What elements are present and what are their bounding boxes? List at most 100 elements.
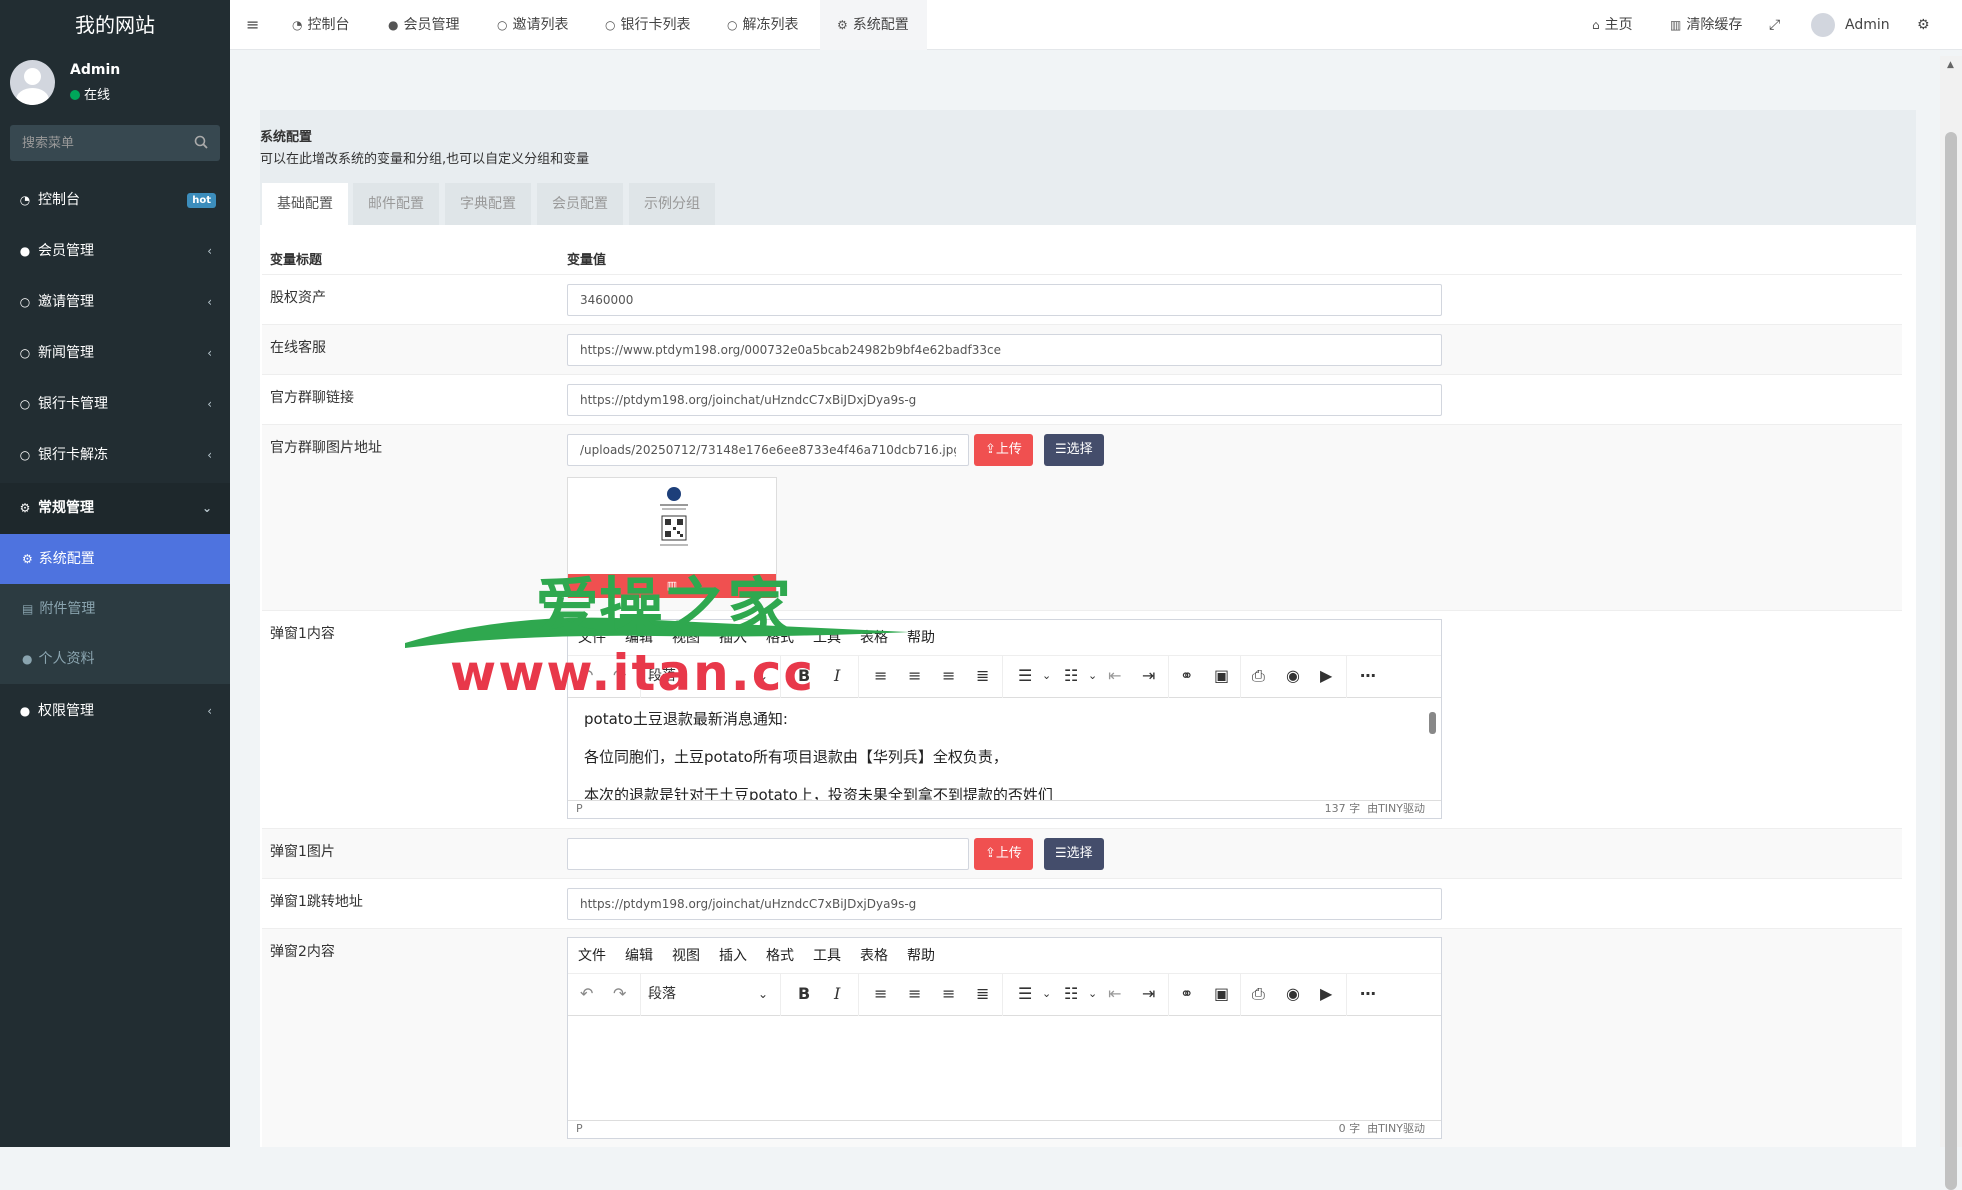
popup1-editor-content[interactable]: potato土豆退款最新消息通知: 各位同胞们，土豆potato所有项目退款由【… (568, 698, 1441, 800)
align-center-icon[interactable]: ≡ (908, 983, 921, 1005)
sidebar-item-bank-cards[interactable]: ○ 银行卡管理 ‹ (0, 379, 230, 430)
undo-icon[interactable]: ↶ (580, 983, 593, 1005)
sidebar-item-system-config[interactable]: ⚙ 系统配置 (0, 534, 230, 584)
chevron-down-icon[interactable]: ⌄ (1088, 983, 1097, 1005)
outdent-icon[interactable]: ⇤ (1108, 665, 1121, 687)
sidebar-toggle-button[interactable]: ≡ (246, 0, 259, 50)
image-icon[interactable]: ▣ (1214, 983, 1229, 1005)
group-link-input[interactable] (567, 384, 1442, 416)
menu-tools[interactable]: 工具 (813, 948, 841, 964)
print-icon[interactable]: ⎙ (1252, 665, 1265, 687)
outdent-icon[interactable]: ⇤ (1108, 983, 1121, 1005)
sidebar-item-card-unfreeze[interactable]: ○ 银行卡解冻 ‹ (0, 430, 230, 481)
editor-scrollbar[interactable] (1427, 698, 1437, 798)
upload-button[interactable]: ⇪上传 (974, 434, 1033, 466)
settings-button[interactable]: ⚙ (1917, 0, 1930, 50)
numbered-list-icon[interactable]: ☷ (1064, 665, 1078, 687)
media-icon[interactable]: ▶ (1320, 665, 1332, 687)
customer-service-input[interactable] (567, 334, 1442, 366)
align-right-icon[interactable]: ≡ (942, 665, 955, 687)
sidebar-item-attachments[interactable]: ▤ 附件管理 (0, 584, 230, 634)
scroll-up-icon[interactable]: ▲ (1947, 60, 1954, 70)
menu-edit[interactable]: 编辑 (625, 948, 653, 964)
menu-help[interactable]: 帮助 (907, 948, 935, 964)
indent-icon[interactable]: ⇥ (1142, 665, 1155, 687)
redo-icon[interactable]: ↷ (613, 983, 626, 1005)
tab-bank-cards[interactable]: ○ 银行卡列表 (605, 0, 690, 50)
chevron-down-icon[interactable]: ⌄ (1088, 665, 1097, 687)
tab-mail-config[interactable]: 邮件配置 (353, 183, 439, 225)
image-icon[interactable]: ▣ (1214, 665, 1229, 687)
sidebar-item-members[interactable]: ● 会员管理 ‹ (0, 226, 230, 277)
editor-toolbar: ↶ ↷ 段落 ⌄ B I ≡ ≡ ≡ ≣ ☰ ⌄ ☷ ⌄ ⇤ ⇥ ⚭ ▣ ⎙ ◉… (568, 974, 1441, 1016)
powered-by: 由TINY驱动 (1367, 1122, 1425, 1135)
preview-eye-icon[interactable]: ◉ (1286, 665, 1300, 687)
sidebar-item-news[interactable]: ○ 新闻管理 ‹ (0, 328, 230, 379)
equity-label: 股权资产 (270, 290, 326, 306)
upload-button[interactable]: ⇪上传 (974, 838, 1033, 870)
more-icon[interactable]: ⋯ (1360, 665, 1376, 687)
preview-eye-icon[interactable]: ◉ (1286, 983, 1300, 1005)
align-justify-icon[interactable]: ≣ (976, 983, 989, 1005)
tab-example-group[interactable]: 示例分组 (629, 183, 715, 225)
menu-view[interactable]: 视图 (672, 948, 700, 964)
tab-members[interactable]: ● 会员管理 (388, 0, 459, 50)
tab-basic-config[interactable]: 基础配置 (262, 183, 348, 225)
site-logo[interactable]: 我的网站 (0, 0, 230, 50)
align-right-icon[interactable]: ≡ (942, 983, 955, 1005)
clear-cache-button[interactable]: ▥ 清除缓存 (1670, 0, 1742, 50)
menu-format[interactable]: 格式 (766, 948, 794, 964)
bullet-list-icon[interactable]: ☰ (1018, 665, 1032, 687)
toolbar-divider (640, 974, 641, 1016)
select-button[interactable]: ☰选择 (1044, 434, 1104, 466)
print-icon[interactable]: ⎙ (1252, 983, 1265, 1005)
popup2-rich-editor[interactable]: 文件 编辑 视图 插入 格式 工具 表格 帮助 ↶ ↷ 段落 ⌄ B I ≡ ≡ ≡ ≣ ☰ … (567, 937, 1442, 1139)
chevron-down-icon[interactable]: ⌄ (758, 983, 768, 1005)
tab-dictionary-config[interactable]: 字典配置 (445, 183, 531, 225)
tab-system-config[interactable]: ⚙ 系统配置 (837, 0, 909, 50)
italic-icon[interactable]: I (834, 983, 840, 1005)
link-icon[interactable]: ⚭ (1180, 665, 1193, 687)
search-icon[interactable] (194, 135, 208, 149)
tab-member-config[interactable]: 会员配置 (537, 183, 623, 225)
sidebar-item-profile[interactable]: ● 个人资料 (0, 634, 230, 684)
align-justify-icon[interactable]: ≣ (976, 665, 989, 687)
content-line: potato土豆退款最新消息通知: (584, 710, 788, 728)
popup2-editor-content[interactable] (568, 1016, 1441, 1120)
admin-user-menu[interactable]: Admin (1811, 0, 1890, 50)
sidebar-item-invites[interactable]: ○ 邀请管理 ‹ (0, 277, 230, 328)
media-icon[interactable]: ▶ (1320, 983, 1332, 1005)
chevron-down-icon[interactable]: ⌄ (1042, 983, 1051, 1005)
more-icon[interactable]: ⋯ (1360, 983, 1376, 1005)
menu-search-input[interactable] (10, 125, 180, 161)
numbered-list-icon[interactable]: ☷ (1064, 983, 1078, 1005)
page-scrollbar[interactable]: ▲ (1940, 56, 1962, 1190)
sidebar-item-general[interactable]: ⚙ 常规管理 ⌄ (0, 483, 230, 534)
align-left-icon[interactable]: ≡ (874, 983, 887, 1005)
fullscreen-button[interactable]: ⤢ (1769, 0, 1780, 50)
tab-unfreeze[interactable]: ○ 解冻列表 (727, 0, 798, 50)
sidebar-item-dashboard[interactable]: ◔ 控制台 hot (0, 175, 230, 226)
menu-file[interactable]: 文件 (578, 948, 606, 964)
group-image-input[interactable] (567, 434, 969, 466)
editor-scrollbar-thumb[interactable] (1429, 712, 1436, 734)
home-link[interactable]: ⌂ 主页 (1592, 0, 1633, 50)
indent-icon[interactable]: ⇥ (1142, 983, 1155, 1005)
link-icon[interactable]: ⚭ (1180, 983, 1193, 1005)
toolbar-divider (1002, 974, 1003, 1016)
equity-input[interactable] (567, 284, 1442, 316)
select-button[interactable]: ☰选择 (1044, 838, 1104, 870)
chevron-down-icon[interactable]: ⌄ (1042, 665, 1051, 687)
sidebar-item-permissions[interactable]: ● 权限管理 ‹ (0, 686, 230, 737)
bold-icon[interactable]: B (798, 983, 810, 1005)
popup1-content-label: 弹窗1内容 (270, 626, 335, 642)
popup1-image-input[interactable] (567, 838, 969, 870)
menu-table[interactable]: 表格 (860, 948, 888, 964)
paragraph-select[interactable]: 段落 (648, 983, 676, 1003)
tab-invites[interactable]: ○ 邀请列表 (497, 0, 568, 50)
popup1-url-input[interactable] (567, 888, 1442, 920)
menu-insert[interactable]: 插入 (719, 948, 747, 964)
page-scrollbar-thumb[interactable] (1945, 132, 1957, 1190)
tab-dashboard[interactable]: ◔ 控制台 (292, 0, 349, 50)
bullet-list-icon[interactable]: ☰ (1018, 983, 1032, 1005)
